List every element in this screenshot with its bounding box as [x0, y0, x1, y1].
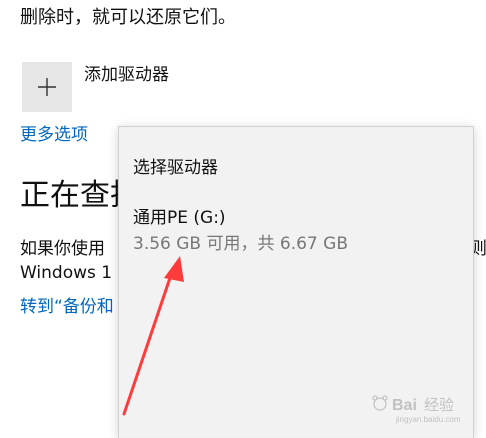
description-line-1: 如果你使用: [20, 239, 105, 259]
flyout-title: 选择驱动器: [133, 158, 218, 178]
add-drive-label[interactable]: 添加驱动器: [84, 64, 169, 86]
drive-name: 通用PE (G:): [133, 208, 226, 228]
drive-option-g[interactable]: 通用PE (G:) 3.56 GB 可用，共 6.67 GB: [119, 201, 473, 261]
svg-text:jingyan.baidu.com: jingyan.baidu.com: [395, 415, 461, 424]
description-line-2: Windows 1: [20, 263, 113, 283]
more-options-link[interactable]: 更多选项: [20, 124, 88, 146]
drive-space: 3.56 GB 可用，共 6.67 GB: [133, 234, 348, 254]
plus-icon: [38, 78, 56, 96]
backup-settings-link[interactable]: 转到“备份和: [20, 296, 114, 318]
add-drive-button[interactable]: [22, 62, 72, 112]
svg-text:Bai: Bai: [392, 397, 417, 414]
baidu-jingyan-watermark-logo: Bai 经验 jingyan.baidu.com: [372, 395, 461, 424]
top-description: 删除时，就可以还原它们。: [20, 7, 236, 28]
svg-text:经验: 经验: [424, 396, 454, 414]
